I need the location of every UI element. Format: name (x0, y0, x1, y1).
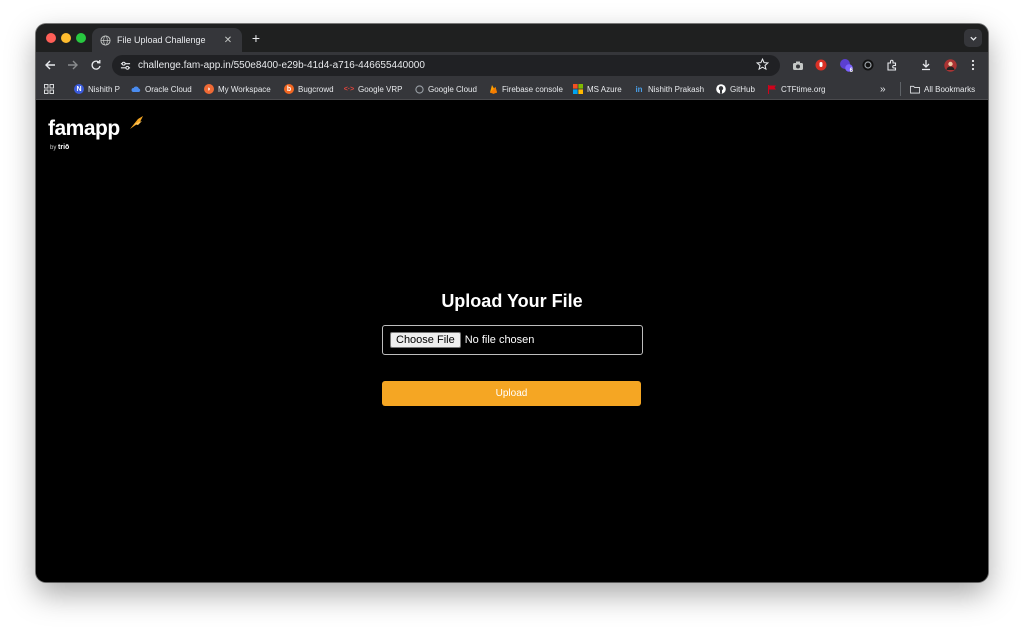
bookmark-google-vrp[interactable]: <·> Google VRP (343, 82, 403, 96)
bookmark-google-cloud[interactable]: Google Cloud (414, 82, 477, 96)
chevron-down-icon (969, 36, 977, 41)
bookmark-github[interactable]: GitHub (716, 82, 755, 96)
file-input[interactable]: Choose File No file chosen (382, 325, 643, 355)
back-button[interactable] (42, 57, 58, 73)
firebase-icon (488, 84, 498, 94)
download-icon[interactable] (918, 57, 934, 73)
profile-avatar[interactable] (942, 57, 958, 73)
circle-extension-icon[interactable] (860, 57, 876, 73)
logo-brand-text: famapp (48, 117, 120, 140)
apps-grid-icon (44, 84, 54, 94)
microsoft-icon (573, 84, 583, 94)
bookmark-oracle-cloud[interactable]: Oracle Cloud (131, 82, 192, 96)
extension-badge: 6 (849, 68, 853, 74)
bookmark-ms-azure[interactable]: MS Azure (573, 82, 622, 96)
tab-title: File Upload Challenge (117, 35, 206, 45)
bookmark-bugcrowd[interactable]: b Bugcrowd (284, 82, 334, 96)
google-vrp-icon: <·> (343, 85, 355, 93)
globe-icon (100, 34, 111, 46)
bird-logo-icon (130, 116, 143, 129)
nishith-avatar-icon: N (74, 84, 84, 94)
page-title: Upload Your File (441, 291, 583, 311)
bookmarks-overflow-button[interactable]: » (880, 82, 886, 96)
workspace-icon: ◗ (204, 84, 214, 94)
tab-search-button[interactable] (964, 29, 982, 47)
google-cloud-icon (414, 84, 424, 94)
camera-extension-icon[interactable] (790, 57, 806, 73)
reload-button[interactable] (88, 57, 104, 73)
bookmark-my-workspace[interactable]: ◗ My Workspace (204, 82, 271, 96)
apps-grid-button[interactable] (44, 82, 54, 96)
choose-file-button[interactable]: Choose File (390, 332, 461, 348)
bookmark-nishith-p[interactable]: N Nishith P (74, 82, 120, 96)
file-status-text: No file chosen (464, 334, 535, 346)
bookmarks-bar: N Nishith P Oracle Cloud ◗ My Workspace bB… (36, 78, 988, 100)
site-settings-icon[interactable] (118, 59, 132, 73)
browser-window: File Upload Challenge ✕ + challenge.fam-… (36, 24, 988, 582)
bookmark-star-icon[interactable] (755, 57, 770, 72)
close-window-button[interactable] (46, 33, 56, 43)
logo-byline: by triō (50, 144, 70, 151)
ctftime-flag-icon (767, 84, 777, 94)
tab-file-upload-challenge[interactable]: File Upload Challenge ✕ (92, 28, 242, 52)
minimize-window-button[interactable] (61, 33, 71, 43)
address-bar[interactable]: challenge.fam-app.in/550e8400-e29b-41d4-… (112, 55, 780, 76)
bookmark-firebase-console[interactable]: Firebase console (488, 82, 563, 96)
arrow-left-icon (45, 60, 55, 70)
url-text: challenge.fam-app.in/550e8400-e29b-41d4-… (138, 60, 425, 71)
github-icon (716, 84, 726, 94)
page-content: famapp by triō Upload Your File Choose F… (36, 101, 988, 582)
extensions-puzzle-icon[interactable] (884, 57, 900, 73)
all-bookmarks-button[interactable]: All Bookmarks (910, 82, 975, 96)
bookmark-nishith-prakash[interactable]: in Nishith Prakash (634, 82, 704, 96)
upload-button[interactable]: Upload (382, 381, 641, 406)
linkedin-icon: in (635, 84, 643, 94)
maximize-window-button[interactable] (76, 33, 86, 43)
bookmark-ctftime[interactable]: CTFtime.org (767, 82, 825, 96)
bookmarks-divider (900, 82, 901, 96)
famapp-logo[interactable]: famapp by triō (48, 116, 143, 151)
browser-toolbar: challenge.fam-app.in/550e8400-e29b-41d4-… (36, 52, 988, 78)
record-extension-icon[interactable] (813, 57, 829, 73)
bugcrowd-icon: b (284, 84, 294, 94)
forward-button[interactable] (65, 57, 81, 73)
new-tab-button[interactable]: + (248, 30, 264, 46)
tab-strip: File Upload Challenge ✕ + (36, 24, 988, 52)
cloud-icon (131, 84, 141, 94)
reload-icon (91, 60, 101, 70)
close-tab-icon[interactable]: ✕ (222, 35, 234, 46)
menu-kebab-icon[interactable] (965, 57, 981, 73)
folder-icon (910, 84, 920, 94)
puzzle-badge-extension-icon[interactable]: 6 (838, 57, 854, 74)
arrow-right-icon (68, 60, 78, 70)
